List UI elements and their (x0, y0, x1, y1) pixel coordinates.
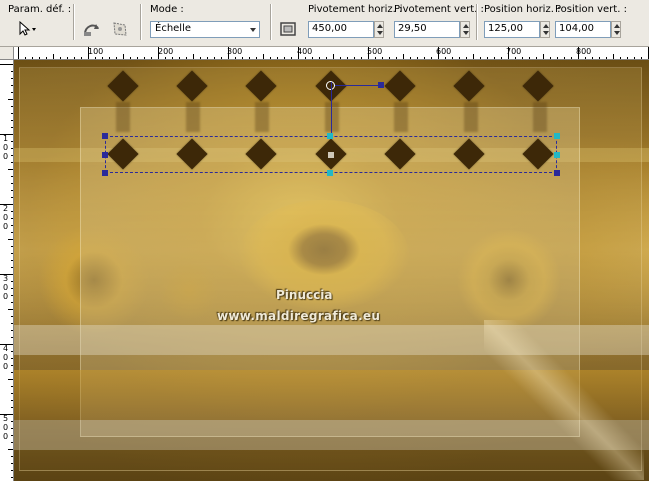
mode-select[interactable]: Échelle (150, 21, 260, 38)
ruler-label: 400 (297, 47, 313, 56)
edge-handle[interactable] (327, 170, 333, 176)
diamond-shadow (325, 102, 339, 132)
corner-handle[interactable] (554, 170, 560, 176)
ruler-label: 700 (506, 47, 522, 56)
separator (270, 4, 272, 40)
pos-h-field[interactable]: 125,00 (484, 21, 540, 38)
diamond-shadow (464, 102, 478, 132)
ruler-label: 300 (227, 47, 243, 56)
pivot-h-label: Pivotement horiz. : (308, 4, 403, 15)
ruler-label: 200 (158, 47, 174, 56)
ruler-label: 2 0 0 (3, 204, 9, 231)
ruler-label: 800 (576, 47, 592, 56)
diamond-shadow (394, 102, 408, 132)
pivot-h-spinner[interactable] (374, 21, 384, 38)
diamond-shadow (255, 102, 269, 132)
corner-handle[interactable] (102, 170, 108, 176)
edge-handle[interactable] (554, 152, 560, 158)
pos-v-spinner[interactable] (611, 21, 621, 38)
ruler-label: 5 0 0 (3, 414, 9, 441)
pos-v-group: Position vert. : (555, 4, 627, 15)
pos-v-label: Position vert. : (555, 4, 627, 15)
image-canvas[interactable]: Pinuccia www.maldiregrafica.eu (14, 60, 649, 481)
diamond-shadow (116, 102, 130, 132)
rotation-handle-line (335, 85, 381, 86)
pivot-h-group: Pivotement horiz. : (308, 4, 402, 15)
pos-h-group: Position horiz. : (484, 4, 560, 15)
watermark-url: www.maldiregrafica.eu (217, 309, 381, 323)
edge-handle[interactable] (102, 152, 108, 158)
vertical-ruler[interactable]: 1 0 0 2 0 0 3 0 0 4 0 0 5 0 0 (0, 60, 14, 481)
pos-h-label: Position horiz. : (484, 4, 561, 15)
pivot-v-label: Pivotement vert. : (394, 4, 484, 15)
pivot-v-spinner[interactable] (460, 21, 470, 38)
reset-icon[interactable] (80, 19, 104, 39)
corner-handle[interactable] (554, 133, 560, 139)
ruler-label: 600 (436, 47, 452, 56)
separator (73, 4, 75, 40)
light-beam (484, 320, 644, 480)
pointer-tool-icon[interactable] (16, 19, 40, 39)
diamond-shadow (186, 102, 200, 132)
center-handle[interactable] (328, 152, 334, 158)
tool-options-bar: Param. déf. : Mode : Échelle Pivotement … (0, 0, 649, 47)
ruler-label: 500 (367, 47, 383, 56)
mode-group: Mode : (150, 4, 184, 15)
separator (476, 4, 478, 40)
rotation-axis-line (331, 82, 332, 136)
watermark-author: Pinuccia (276, 288, 333, 302)
pos-v-field[interactable]: 104,00 (555, 21, 611, 38)
corner-handle[interactable] (102, 133, 108, 139)
presets-label: Param. déf. : (8, 4, 72, 15)
ruler-label: 4 0 0 (3, 344, 9, 371)
pivot-h-field[interactable]: 450,00 (308, 21, 374, 38)
chevron-down-icon (250, 28, 256, 32)
apply-icon[interactable] (276, 19, 300, 39)
ruler-label: 1 0 0 (3, 134, 9, 161)
rotation-handle[interactable] (378, 82, 384, 88)
deform-icon[interactable] (108, 19, 132, 39)
mode-value: Échelle (155, 23, 192, 34)
ruler-label: 100 (88, 47, 104, 56)
presets-group: Param. déf. : (8, 4, 71, 15)
pos-h-spinner[interactable] (540, 21, 550, 38)
ruler-ticks (18, 47, 649, 59)
pivot-v-group: Pivotement vert. : (394, 4, 484, 15)
pivot-v-field[interactable]: 29,50 (394, 21, 460, 38)
ruler-label: 3 0 0 (3, 274, 9, 301)
ruler-corner (0, 47, 14, 60)
mode-label: Mode : (150, 4, 184, 15)
separator (140, 4, 142, 40)
horizontal-ruler[interactable]: 100 200 300 400 500 600 700 800 (14, 47, 649, 60)
diamond-shadow (533, 102, 547, 132)
edge-handle[interactable] (327, 133, 333, 139)
